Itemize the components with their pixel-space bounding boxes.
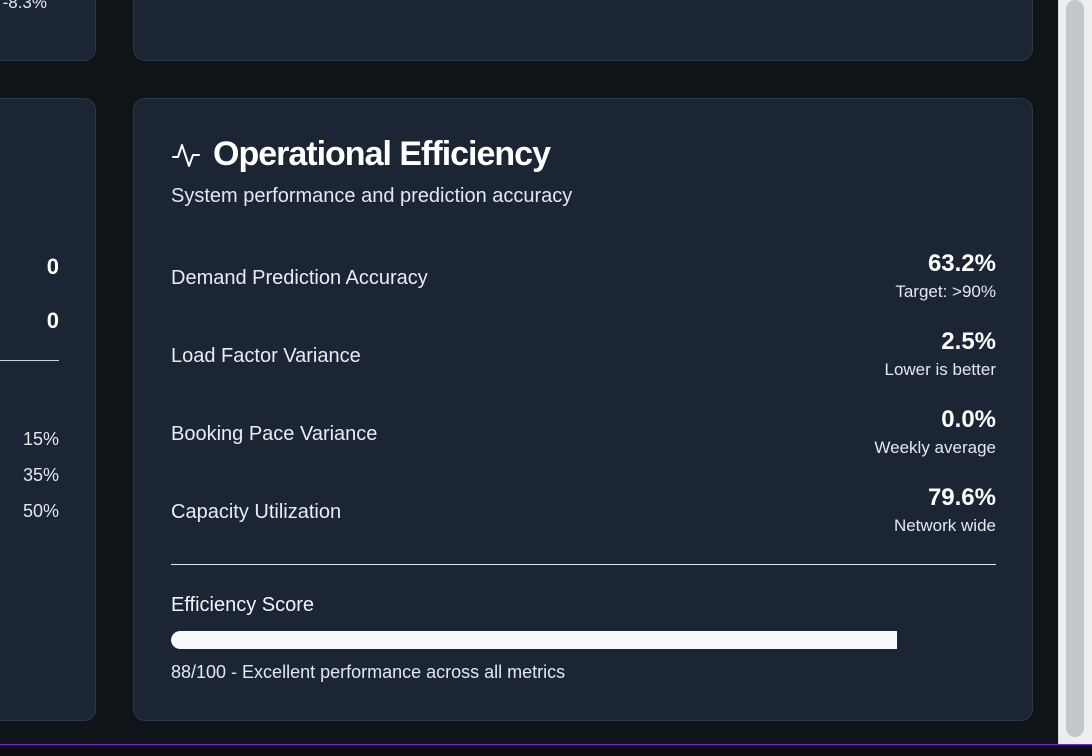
left-percentage: 35% <box>22 465 59 485</box>
efficiency-score-caption: 88/100 - Excellent performance across al… <box>171 662 566 682</box>
efficiency-score-bar <box>171 631 996 649</box>
top-left-card: -8.3% <box>0 0 96 61</box>
efficiency-score-label: Efficiency Score <box>171 594 315 616</box>
metric-value: 2.5% <box>941 328 996 355</box>
metric-label: Capacity Utilization <box>171 501 342 523</box>
card-subtitle: System performance and prediction accura… <box>171 185 573 207</box>
scrollbar-thumb[interactable] <box>1066 0 1084 737</box>
dashboard-viewport: -8.3% 0 0 15% 35% 50% Operational Effici… <box>0 0 1092 756</box>
metric-row: Capacity Utilization 79.6% Network wide <box>171 483 996 543</box>
metric-note: Weekly average <box>874 438 996 457</box>
metric-note: Lower is better <box>884 360 997 379</box>
operational-efficiency-card: Operational Efficiency System performanc… <box>133 98 1033 721</box>
metric-row: Demand Prediction Accuracy 63.2% Target:… <box>171 249 996 309</box>
left-percentage: 15% <box>22 429 59 449</box>
card-header: Operational Efficiency <box>171 135 551 174</box>
top-right-card <box>133 0 1033 61</box>
metric-value: 63.2% <box>927 250 996 277</box>
left-card: 0 0 15% 35% 50% <box>0 98 96 721</box>
clipped-change-value: -8.3% <box>2 0 47 12</box>
left-percentage: 50% <box>22 501 59 521</box>
metric-row: Load Factor Variance 2.5% Lower is bette… <box>171 327 996 387</box>
left-divider <box>0 360 59 361</box>
card-title: Operational Efficiency <box>213 135 551 173</box>
metric-value: 79.6% <box>927 484 996 511</box>
vertical-scrollbar[interactable] <box>1058 0 1092 745</box>
metric-label: Booking Pace Variance <box>171 423 378 445</box>
section-divider <box>171 564 996 565</box>
metric-value: 0.0% <box>941 406 996 433</box>
activity-pulse-icon <box>172 143 200 167</box>
metric-note: Target: >90% <box>895 282 996 301</box>
left-count-value: 0 <box>46 308 59 333</box>
metric-note: Network wide <box>893 516 996 535</box>
bottom-edge <box>0 745 1092 756</box>
left-count-value: 0 <box>46 254 59 279</box>
metric-row: Booking Pace Variance 0.0% Weekly averag… <box>171 405 996 465</box>
efficiency-score-fill <box>171 631 897 649</box>
metric-label: Demand Prediction Accuracy <box>171 267 428 289</box>
metric-label: Load Factor Variance <box>171 345 361 367</box>
